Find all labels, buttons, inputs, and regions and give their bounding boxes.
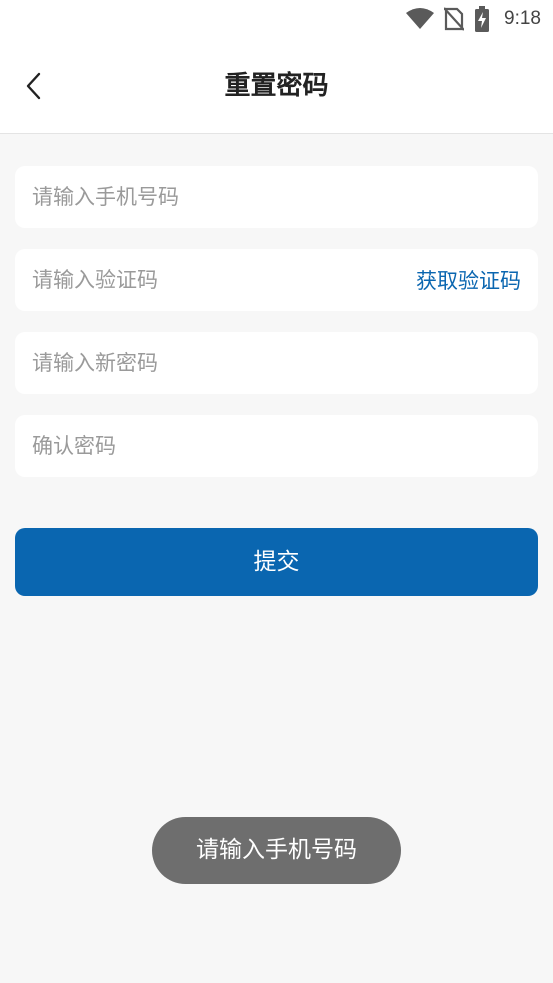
toast-message: 请输入手机号码 bbox=[152, 817, 401, 884]
submit-button[interactable]: 提交 bbox=[15, 528, 538, 596]
confirm-password-field bbox=[15, 415, 538, 477]
verification-code-input[interactable] bbox=[32, 249, 416, 311]
new-password-input[interactable] bbox=[32, 332, 521, 394]
verification-code-field: 获取验证码 bbox=[15, 249, 538, 311]
battery-charging-icon bbox=[474, 6, 490, 32]
status-icons: 9:18 bbox=[406, 6, 541, 32]
status-bar: 9:18 bbox=[0, 0, 553, 40]
phone-field bbox=[15, 166, 538, 228]
new-password-field bbox=[15, 332, 538, 394]
wifi-icon bbox=[406, 8, 435, 30]
phone-input[interactable] bbox=[32, 166, 521, 228]
no-sim-icon bbox=[444, 7, 465, 31]
page-title: 重置密码 bbox=[224, 71, 329, 101]
app-bar: 重置密码 bbox=[0, 40, 553, 134]
status-clock: 9:18 bbox=[504, 8, 541, 29]
reset-password-screen: 9:18 重置密码 获取验证码 提交 请输入手机号码 bbox=[0, 0, 553, 983]
confirm-password-input[interactable] bbox=[32, 415, 521, 477]
get-code-button[interactable]: 获取验证码 bbox=[416, 265, 521, 295]
